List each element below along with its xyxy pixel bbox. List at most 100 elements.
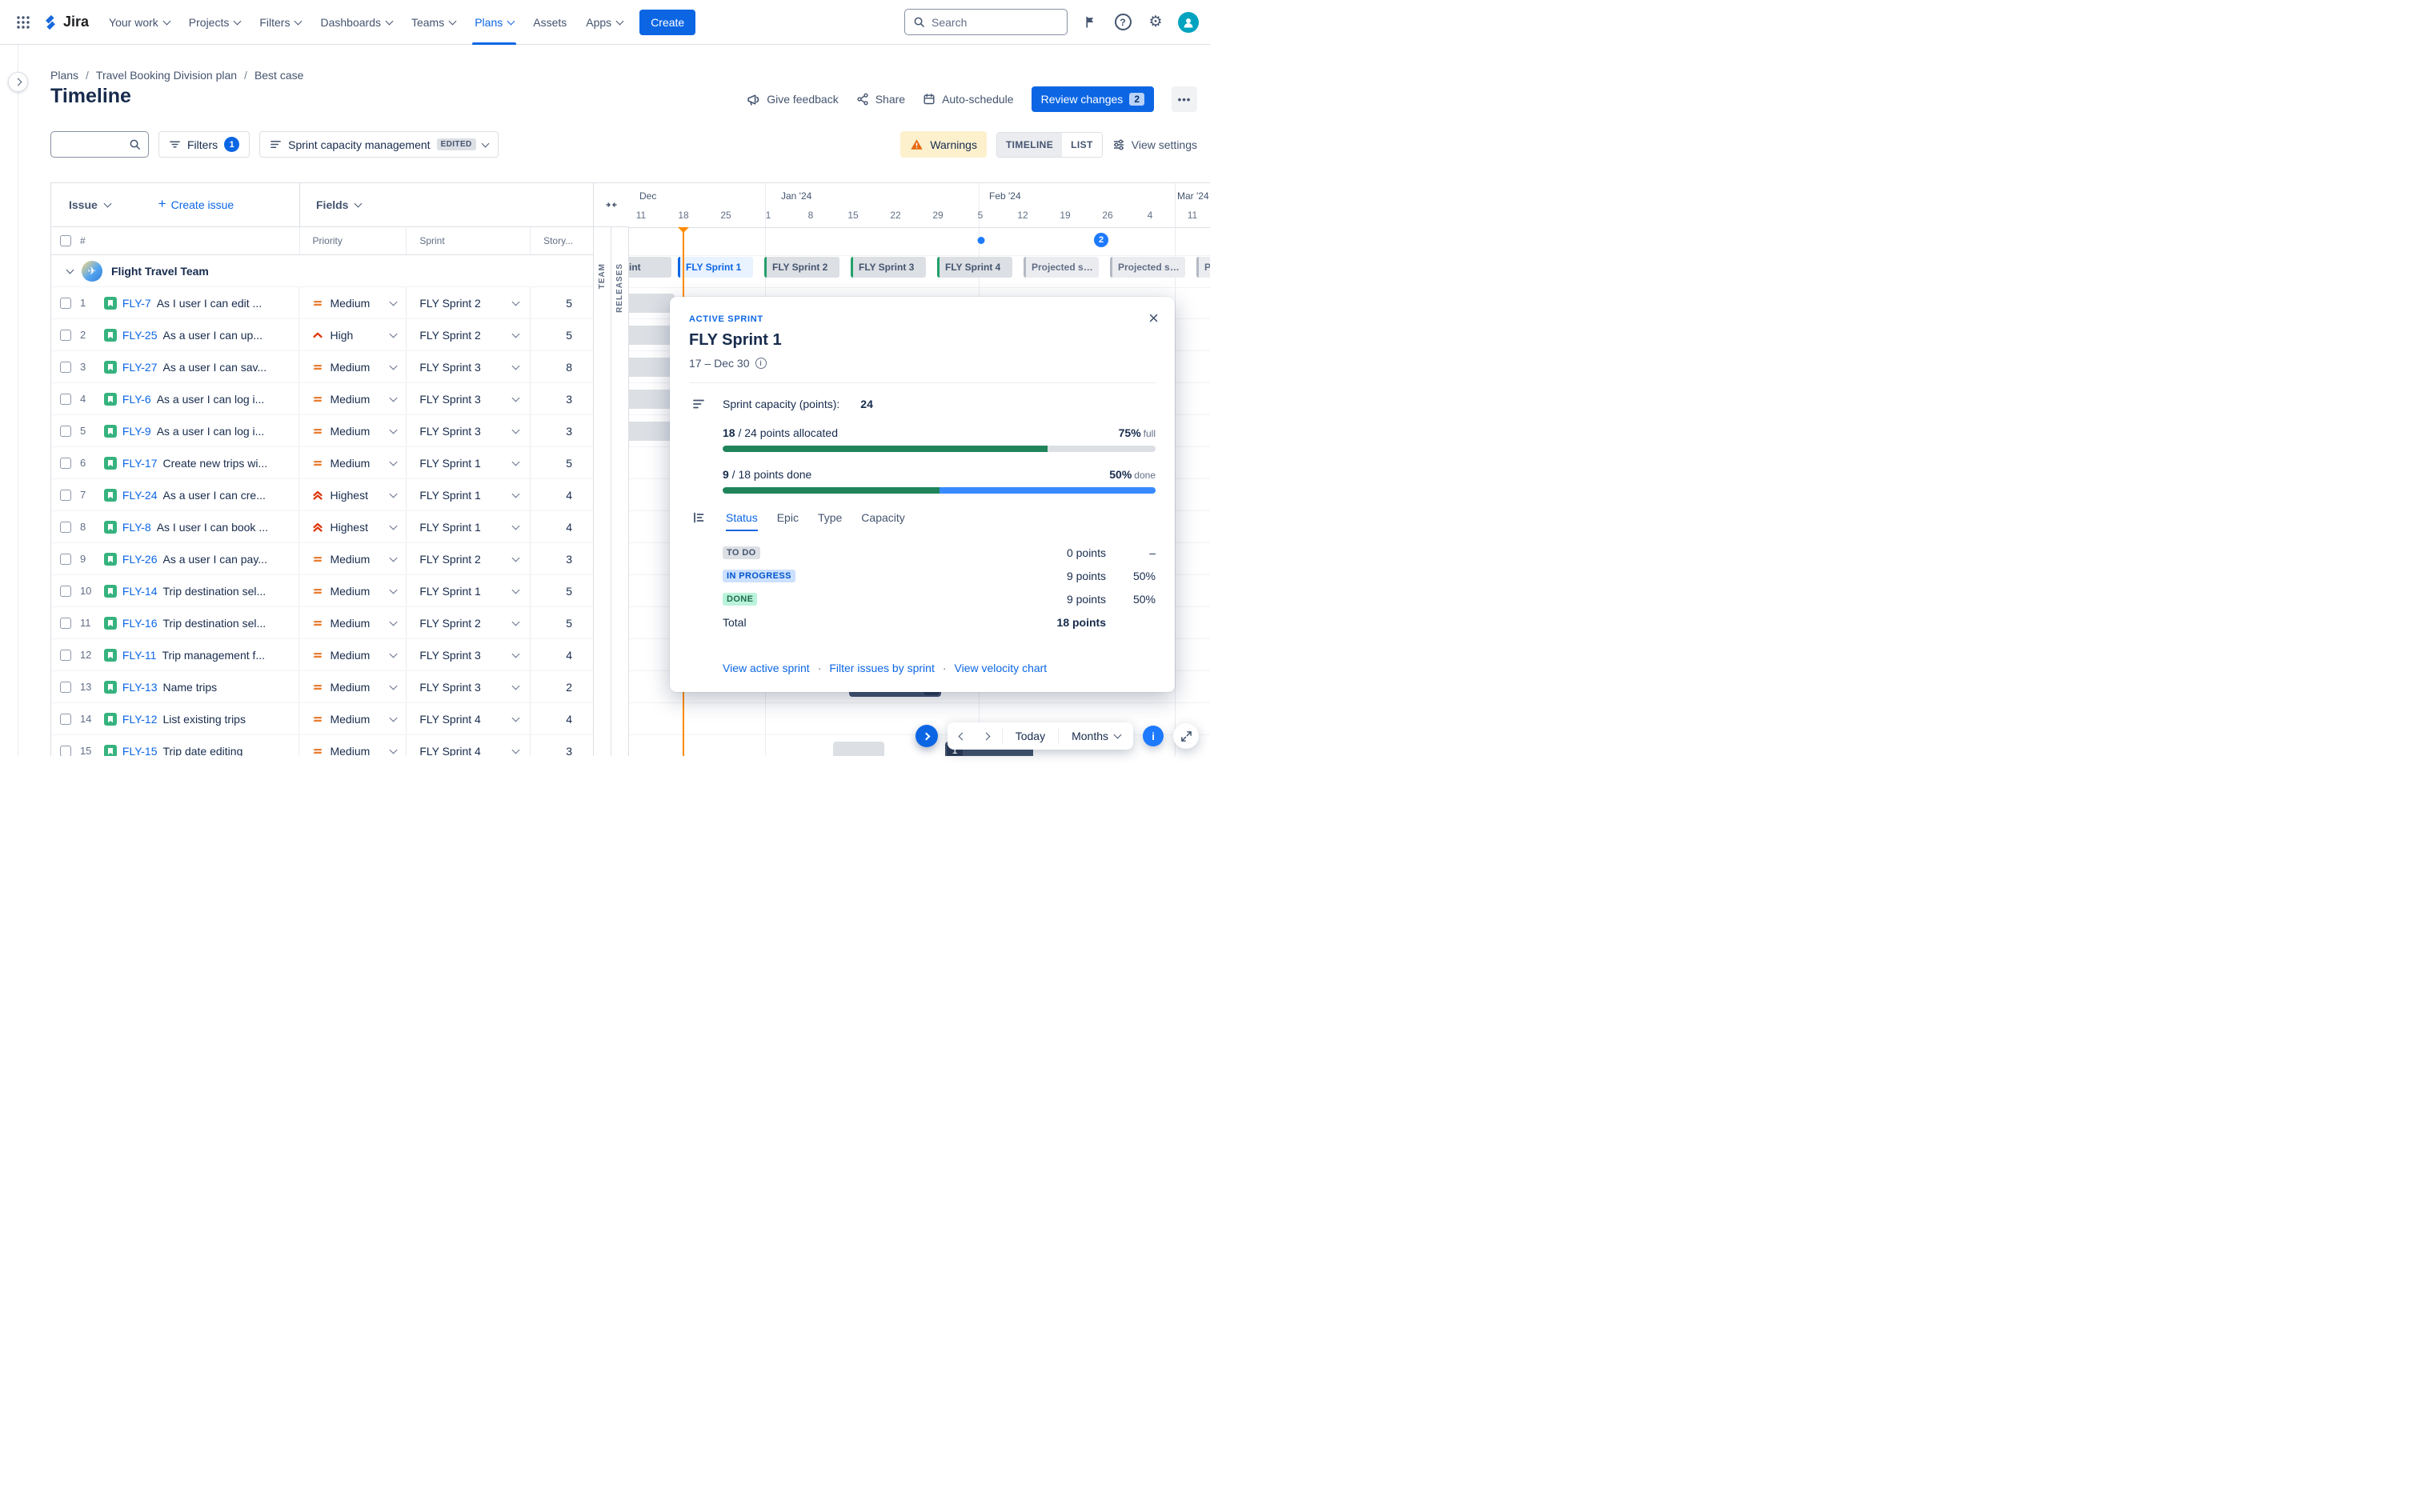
- global-search[interactable]: [904, 9, 1068, 35]
- create-issue-button[interactable]: + Create issue: [158, 196, 252, 212]
- priority-select[interactable]: Medium: [298, 447, 406, 478]
- sprint-bar-sprint[interactable]: FLY Sprint 2: [764, 257, 839, 278]
- row-checkbox[interactable]: [59, 297, 71, 309]
- row-checkbox[interactable]: [59, 457, 71, 469]
- row-checkbox[interactable]: [59, 521, 71, 533]
- today-button[interactable]: Today: [1006, 722, 1055, 750]
- issue-summary[interactable]: As I user I can book ...: [157, 521, 268, 534]
- scroll-right-button[interactable]: [915, 725, 938, 747]
- schedule-bar[interactable]: [629, 422, 675, 441]
- issue-key-link[interactable]: FLY-12: [122, 713, 158, 726]
- create-button[interactable]: Create: [639, 9, 696, 35]
- nav-item-teams[interactable]: Teams: [403, 10, 464, 35]
- view-settings-button[interactable]: View settings: [1112, 138, 1197, 151]
- fullscreen-button[interactable]: [1173, 723, 1199, 749]
- plan-search[interactable]: [50, 131, 149, 158]
- app-switcher-icon[interactable]: [10, 9, 37, 36]
- sprint-link[interactable]: View active sprint: [723, 662, 810, 674]
- sprint-select[interactable]: FLY Sprint 2: [406, 287, 530, 318]
- expand-sidebar-button[interactable]: [8, 72, 28, 92]
- issue-key-link[interactable]: FLY-27: [122, 361, 158, 374]
- nav-item-apps[interactable]: Apps: [577, 10, 631, 35]
- breadcrumb-link[interactable]: Travel Booking Division plan: [96, 69, 237, 82]
- issue-key-link[interactable]: FLY-17: [122, 457, 158, 470]
- issue-key-link[interactable]: FLY-8: [122, 521, 151, 534]
- scroll-right-arrow-button[interactable]: [975, 722, 999, 750]
- sprint-select[interactable]: FLY Sprint 4: [406, 735, 530, 756]
- schedule-bar[interactable]: [629, 326, 675, 345]
- issue-summary[interactable]: As a user I can cre...: [162, 489, 265, 502]
- priority-select[interactable]: Medium: [298, 639, 406, 670]
- issue-summary[interactable]: As a user I can log i...: [157, 393, 265, 406]
- priority-select[interactable]: Medium: [298, 575, 406, 606]
- issue-summary[interactable]: As a user I can pay...: [162, 553, 266, 566]
- sprint-bar-projected[interactable]: Projected spr...: [1024, 257, 1099, 278]
- sprint-select[interactable]: FLY Sprint 2: [406, 543, 530, 574]
- sprint-link[interactable]: View velocity chart: [955, 662, 1048, 674]
- breadcrumb-link[interactable]: Plans: [50, 69, 78, 82]
- priority-select[interactable]: Highest: [298, 479, 406, 510]
- nav-item-dashboards[interactable]: Dashboards: [311, 10, 401, 35]
- sprint-bar-past[interactable]: int: [629, 257, 671, 278]
- auto-schedule-button[interactable]: Auto-schedule: [923, 93, 1014, 106]
- issue-summary[interactable]: As a user I can log i...: [157, 425, 265, 438]
- sprint-select[interactable]: FLY Sprint 4: [406, 703, 530, 734]
- team-group-row[interactable]: ✈ Flight Travel Team: [51, 255, 593, 287]
- issue-key-link[interactable]: FLY-15: [122, 745, 158, 757]
- more-options-button[interactable]: •••: [1172, 86, 1197, 112]
- notifications-icon[interactable]: [1080, 12, 1100, 33]
- nav-item-filters[interactable]: Filters: [250, 10, 310, 35]
- sprint-select[interactable]: FLY Sprint 3: [406, 351, 530, 382]
- global-search-input[interactable]: [932, 15, 1059, 29]
- sprint-bar-active[interactable]: FLY Sprint 1: [678, 257, 753, 278]
- sprint-select[interactable]: FLY Sprint 1: [406, 575, 530, 606]
- row-checkbox[interactable]: [59, 585, 71, 597]
- issue-summary[interactable]: Name trips: [162, 681, 217, 694]
- sprint-select[interactable]: FLY Sprint 1: [406, 447, 530, 478]
- sprint-bar-sprint[interactable]: FLY Sprint 4: [937, 257, 1012, 278]
- nav-item-projects[interactable]: Projects: [180, 10, 250, 35]
- tab-capacity[interactable]: Capacity: [861, 511, 904, 531]
- sprint-select[interactable]: FLY Sprint 2: [406, 607, 530, 638]
- team-strip[interactable]: TEAM: [594, 227, 611, 756]
- releases-strip[interactable]: RELEASES: [611, 227, 629, 756]
- sprint-select[interactable]: FLY Sprint 3: [406, 415, 530, 446]
- list-tab[interactable]: LIST: [1062, 132, 1102, 157]
- sprint-select[interactable]: FLY Sprint 3: [406, 639, 530, 670]
- issue-key-link[interactable]: FLY-14: [122, 585, 158, 598]
- release-milestone-dot[interactable]: [977, 237, 985, 244]
- schedule-bar[interactable]: [629, 294, 675, 313]
- issue-key-link[interactable]: FLY-6: [122, 393, 151, 406]
- sprint-bar-sprint[interactable]: FLY Sprint 3: [851, 257, 926, 278]
- issue-key-link[interactable]: FLY-25: [122, 329, 158, 342]
- sprint-select[interactable]: FLY Sprint 1: [406, 511, 530, 542]
- row-checkbox[interactable]: [59, 553, 71, 565]
- row-checkbox[interactable]: [59, 745, 71, 756]
- row-checkbox[interactable]: [59, 361, 71, 373]
- plan-search-input[interactable]: [58, 138, 124, 151]
- issue-summary[interactable]: List existing trips: [162, 713, 245, 726]
- user-avatar[interactable]: [1178, 11, 1199, 33]
- priority-select[interactable]: Medium: [298, 607, 406, 638]
- row-checkbox[interactable]: [59, 713, 71, 725]
- row-checkbox[interactable]: [59, 329, 71, 341]
- share-button[interactable]: Share: [856, 93, 905, 106]
- issue-summary[interactable]: Create new trips wi...: [162, 457, 267, 470]
- breadcrumb-link[interactable]: Best case: [254, 69, 303, 82]
- timescale-select[interactable]: Months: [1062, 722, 1130, 750]
- sprint-select[interactable]: FLY Sprint 3: [406, 383, 530, 414]
- row-checkbox[interactable]: [59, 681, 71, 693]
- issue-summary[interactable]: Trip date editing: [162, 745, 242, 757]
- sprint-bar-projected[interactable]: Proj...: [1196, 257, 1210, 278]
- close-icon[interactable]: ×: [1148, 310, 1159, 327]
- jira-logo[interactable]: Jira: [37, 14, 100, 31]
- select-all-checkbox[interactable]: [59, 235, 71, 246]
- issue-key-link[interactable]: FLY-24: [122, 489, 158, 502]
- priority-select[interactable]: Medium: [298, 671, 406, 702]
- issue-key-link[interactable]: FLY-13: [122, 681, 158, 694]
- row-checkbox[interactable]: [59, 489, 71, 501]
- issue-summary[interactable]: Trip destination sel...: [162, 617, 266, 630]
- issue-summary[interactable]: As a user I can sav...: [162, 361, 266, 374]
- issue-summary[interactable]: Trip destination sel...: [162, 585, 266, 598]
- collapse-fields-button[interactable]: [605, 198, 618, 211]
